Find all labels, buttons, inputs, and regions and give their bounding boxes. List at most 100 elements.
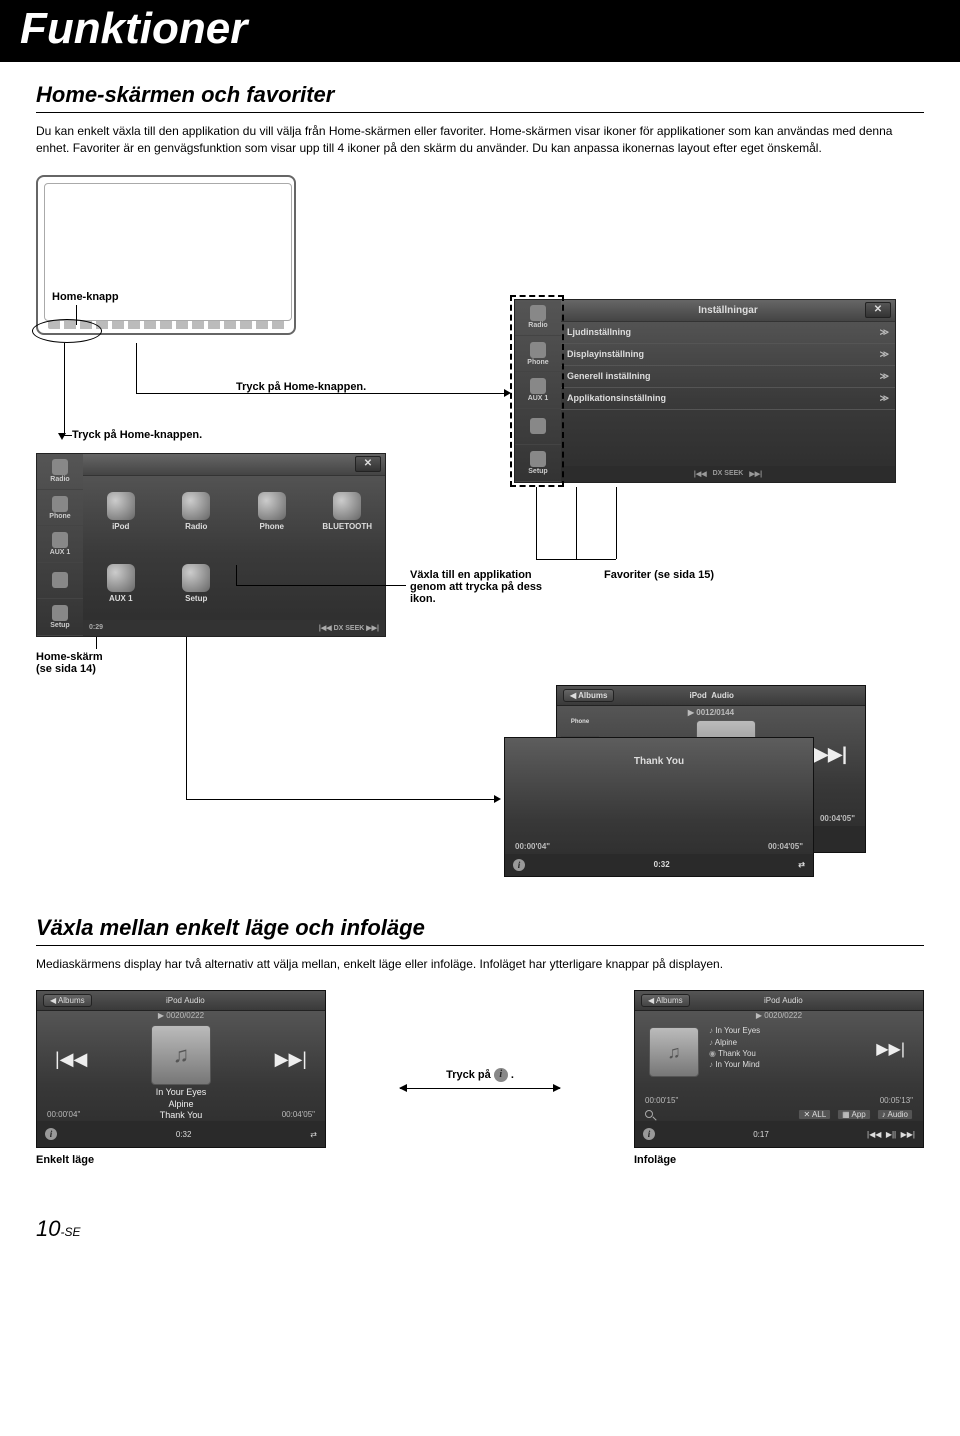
- lead-line: [186, 637, 187, 799]
- info-icon: i: [494, 1068, 508, 1082]
- prev-icon[interactable]: |◀◀: [694, 470, 707, 478]
- ipod-card-front: Thank You 00:00'04"00:04'05" i 0:32 ⇄: [504, 737, 814, 877]
- home-titlebar: ✕: [83, 454, 385, 476]
- prev-icon[interactable]: |◀◀: [867, 1130, 881, 1139]
- sidebar-item[interactable]: Radio: [37, 454, 83, 490]
- shuffle-icon[interactable]: ⇄: [310, 1130, 317, 1139]
- search-icon[interactable]: [645, 1110, 653, 1118]
- info-icon[interactable]: i: [513, 859, 525, 871]
- settings-row[interactable]: Generell inställning≫: [561, 366, 895, 388]
- app-label: Phone: [260, 522, 284, 531]
- sidebar-item[interactable]: Phone: [37, 490, 83, 526]
- lead-line: [64, 343, 65, 435]
- media-topbar: ◀ Albums iPod Audio: [635, 991, 923, 1011]
- next-track-button[interactable]: ▶▶|: [275, 1049, 307, 1070]
- double-arrow: [400, 1088, 560, 1089]
- lead-line: [76, 305, 77, 325]
- ipod-icon: [107, 492, 135, 520]
- settings-row[interactable]: Displayinställning≫: [561, 344, 895, 366]
- info-toolbar: ✕ ALL ▦ App ♪ Audio: [645, 1107, 913, 1121]
- home-screenshot: Radio Phone AUX 1 Setup ✕ iPod Radio Pho…: [36, 453, 386, 637]
- media-bottombar: i 0:17 |◀◀ ▶|| ▶▶|: [635, 1121, 923, 1147]
- media-bottombar: i 0:32 ⇄: [37, 1121, 325, 1147]
- lead-line: [236, 565, 237, 585]
- mode-toggle-row: ◀ Albums iPod Audio ▶ 0020/0222 ♫ |◀◀ ▶▶…: [36, 990, 924, 1166]
- media-bottombar: i 0:32 ⇄: [505, 854, 813, 876]
- time-total: 00:04'05": [282, 1110, 315, 1119]
- app-icon[interactable]: Setup: [159, 548, 235, 620]
- lead-line: [536, 559, 616, 560]
- settings-title: Inställningar: [698, 305, 757, 316]
- settings-row[interactable]: Applikationsinställning≫: [561, 388, 895, 410]
- back-label: Albums: [58, 996, 85, 1005]
- home-button-highlight: [32, 319, 102, 343]
- info-icon[interactable]: i: [643, 1128, 655, 1140]
- aux-icon: [52, 532, 68, 548]
- home-button-label: Home-knapp: [52, 291, 119, 303]
- lead-line: [136, 393, 506, 394]
- prev-icon[interactable]: |◀◀: [319, 625, 332, 632]
- info-icon[interactable]: i: [45, 1128, 57, 1140]
- app-icon[interactable]: AUX 1: [83, 548, 159, 620]
- app-icon[interactable]: Phone: [234, 476, 310, 548]
- clock-label: 0:29: [89, 624, 103, 631]
- next-icon[interactable]: ▶▶|: [901, 1130, 915, 1139]
- settings-main: Inställningar ✕ Ljudinställning ≫ Display…: [561, 300, 895, 482]
- section2-title: Växla mellan enkelt läge och infoläge: [36, 915, 924, 946]
- sidebar-item[interactable]: AUX 1: [37, 526, 83, 562]
- back-button[interactable]: ◀ Albums: [43, 994, 92, 1007]
- pause-icon[interactable]: ▶||: [886, 1130, 896, 1139]
- close-button[interactable]: ✕: [355, 456, 381, 472]
- toggle-indicator: Tryck på i .: [346, 1068, 614, 1089]
- timeline: 00:00'15" 00:05'13": [645, 1096, 913, 1105]
- back-label: Albums: [578, 691, 607, 700]
- media-topbar: ◀ Albums iPod Audio: [37, 991, 325, 1011]
- source-label: iPod: [689, 691, 706, 700]
- time-total: 00:04'05": [820, 814, 855, 823]
- sidebar-item[interactable]: Setup: [37, 599, 83, 635]
- press-info-label: Tryck på i .: [446, 1068, 514, 1082]
- list-item: In Your Eyes: [715, 1026, 760, 1035]
- sidebar-item[interactable]: Phone: [561, 708, 599, 738]
- album-art: ♫: [649, 1027, 699, 1077]
- next-track-button[interactable]: ▶▶|: [814, 744, 847, 765]
- next-icon[interactable]: ▶▶|: [366, 625, 379, 632]
- back-button[interactable]: ◀ Albums: [563, 689, 614, 702]
- track-title: In Your Eyes: [37, 1087, 325, 1098]
- home-screen-label-l1: Home-skärm: [36, 651, 103, 663]
- app-label: Setup: [185, 594, 207, 603]
- back-label: Albums: [656, 996, 683, 1005]
- section2-body: Mediaskärmens display har två alternativ…: [36, 956, 924, 973]
- radio-icon: [52, 459, 68, 475]
- mode-chip[interactable]: ▦ App: [837, 1109, 871, 1120]
- time-elapsed: 00:00'04": [47, 1110, 80, 1119]
- settings-row-label: Displayinställning: [567, 349, 644, 359]
- time-total: 00:04'05": [768, 842, 803, 851]
- list-item: In Your Mind: [715, 1060, 759, 1069]
- home-bottom-bar: 0:29 |◀◀ DX SEEK ▶▶|: [83, 620, 385, 636]
- settings-row-label: Ljudinställning: [567, 327, 631, 337]
- info-mode-label: Infoläge: [634, 1154, 924, 1166]
- mode-chip[interactable]: ✕ ALL: [798, 1109, 831, 1120]
- mode-chip[interactable]: ♪ Audio: [877, 1109, 913, 1120]
- arrow-right-icon: [494, 795, 501, 803]
- app-icon[interactable]: Radio: [159, 476, 235, 548]
- prev-track-button[interactable]: |◀◀: [55, 1049, 87, 1070]
- setup-icon: [52, 605, 68, 621]
- close-button[interactable]: ✕: [865, 302, 891, 318]
- back-button[interactable]: ◀ Albums: [641, 994, 690, 1007]
- sidebar-item[interactable]: [37, 563, 83, 599]
- next-track-button[interactable]: ▶▶|: [876, 1039, 905, 1059]
- app-label: AUX 1: [109, 594, 133, 603]
- settings-row[interactable]: Ljudinställning ≫: [561, 322, 895, 344]
- track-counter: ▶ 0020/0222: [635, 1011, 923, 1020]
- bluetooth-icon: [333, 492, 361, 520]
- next-icon[interactable]: ▶▶|: [749, 470, 762, 478]
- info-mode-card: ◀ Albums iPod Audio ▶ 0020/0222 ♫ ♪ In Y…: [634, 990, 924, 1148]
- lead-line: [136, 343, 137, 393]
- shuffle-icon[interactable]: ⇄: [798, 860, 805, 869]
- app-icon[interactable]: BLUETOOTH: [310, 476, 386, 548]
- app-icon[interactable]: iPod: [83, 476, 159, 548]
- lead-line: [236, 585, 406, 586]
- chevron-right-icon: ≫: [880, 327, 889, 338]
